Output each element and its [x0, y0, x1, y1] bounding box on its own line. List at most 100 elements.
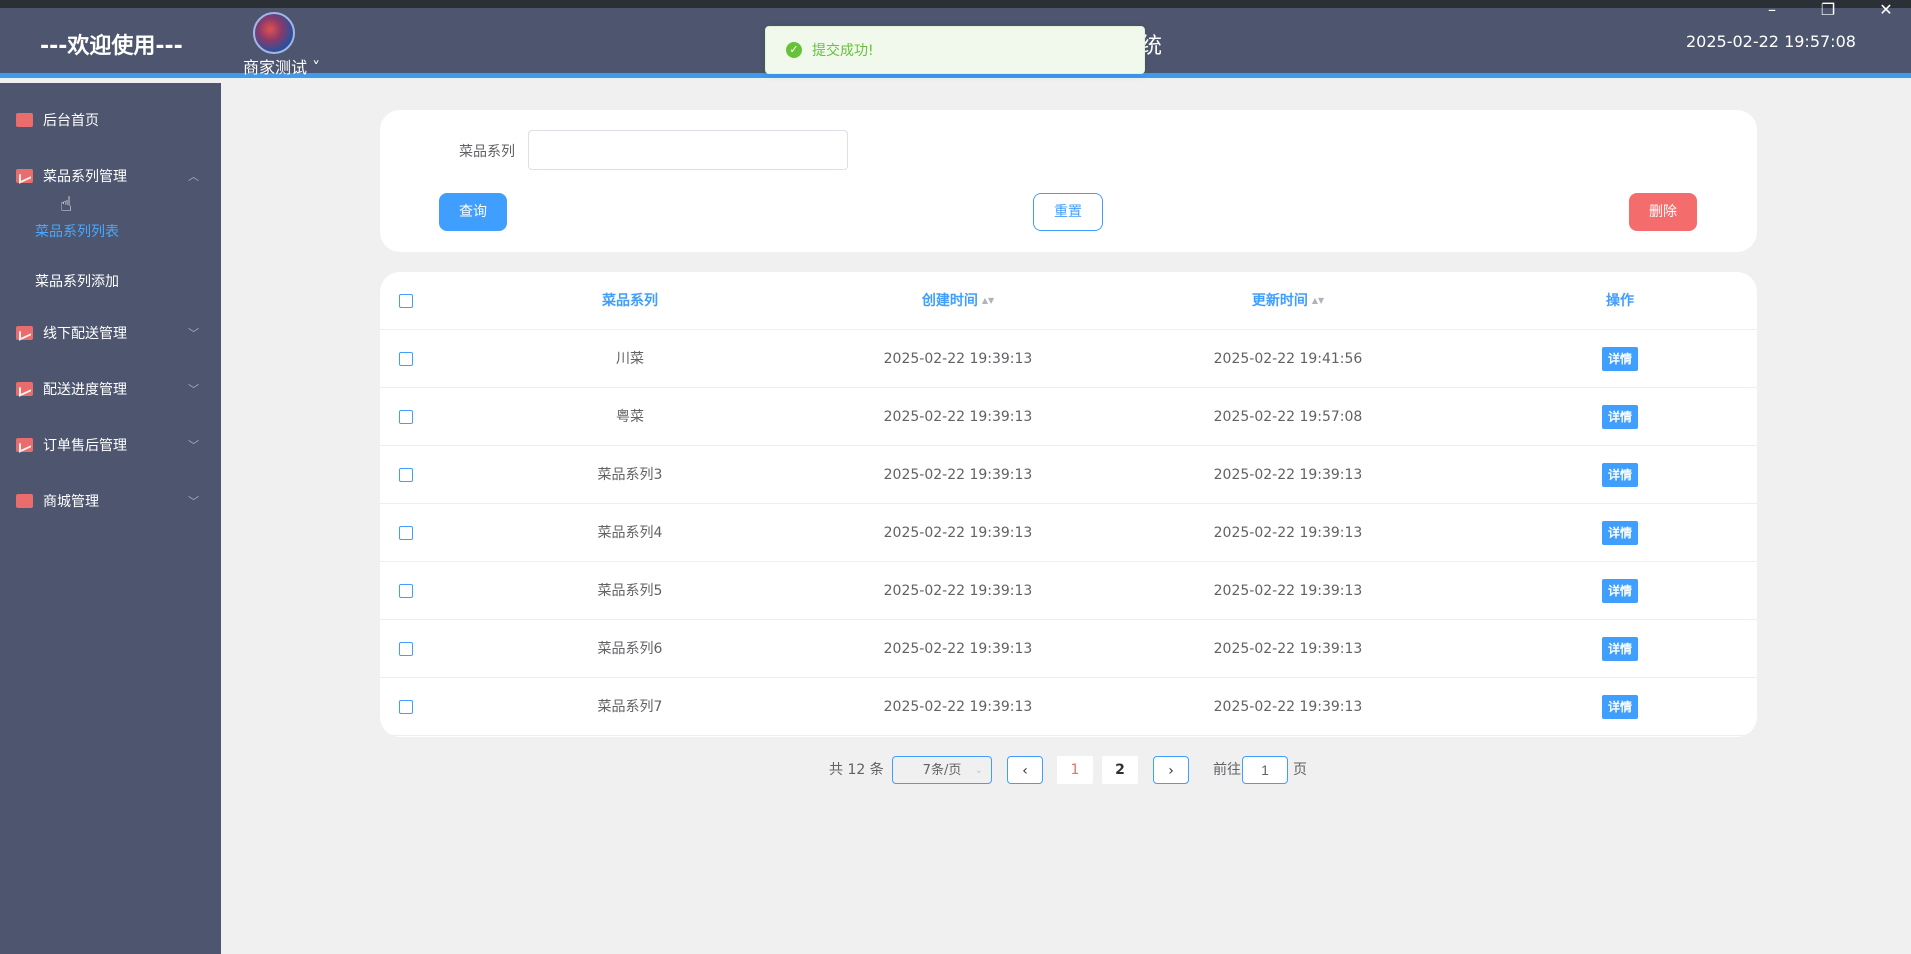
sidebar-item-dish-series[interactable]: 菜品系列管理 ︿: [0, 156, 221, 196]
column-header-action: 操作: [1606, 293, 1634, 309]
sort-icon[interactable]: ▲▼: [1312, 297, 1324, 305]
detail-button[interactable]: 详情: [1601, 521, 1638, 545]
cell-action: 详情: [1470, 446, 1757, 504]
user-name: 商家测试: [243, 58, 308, 77]
sidebar-item-label: 商城管理: [43, 494, 99, 510]
monitor-icon: [16, 113, 33, 127]
row-checkbox[interactable]: [399, 468, 413, 482]
table-row: 菜品系列3 2025-02-22 19:39:13 2025-02-22 19:39…: [380, 446, 1757, 504]
cell-created: 2025-02-22 19:39:13: [883, 525, 1033, 541]
page-number-2[interactable]: 2: [1102, 756, 1138, 784]
chevron-down-icon: ˅: [312, 58, 321, 77]
table-row: 川菜 2025-02-22 19:39:13 2025-02-22 19:41:56…: [380, 330, 1757, 388]
query-button[interactable]: 查询: [439, 193, 507, 231]
submenu-item-series-add[interactable]: 菜品系列添加: [35, 271, 119, 291]
window-titlebar: [0, 0, 1911, 8]
table-row: 菜品系列7 2025-02-22 19:39:13 2025-02-22 19:39…: [380, 678, 1757, 736]
cell-action: 详情: [1470, 678, 1757, 736]
series-search-input[interactable]: [528, 130, 848, 170]
row-checkbox[interactable]: [399, 584, 413, 598]
chevron-down-icon: ﹀: [188, 439, 199, 452]
table-row: 粤菜 2025-02-22 19:39:13 2025-02-22 19:57:08…: [380, 388, 1757, 446]
row-checkbox[interactable]: [399, 352, 413, 366]
chevron-down-icon: ﹀: [188, 495, 199, 508]
table-row: 菜品系列6 2025-02-22 19:39:13 2025-02-22 19:39…: [380, 620, 1757, 678]
cell-series: 菜品系列6: [597, 641, 663, 657]
row-checkbox[interactable]: [399, 410, 413, 424]
cell-created: 2025-02-22 19:39:13: [883, 351, 1033, 367]
column-header-created[interactable]: 创建时间 ▲▼: [808, 272, 1108, 330]
cell-created: 2025-02-22 19:39:13: [883, 699, 1033, 715]
detail-button[interactable]: 详情: [1601, 579, 1638, 603]
sidebar-item-delivery-progress[interactable]: 配送进度管理 ﹀: [0, 369, 221, 409]
cell-updated: 2025-02-22 19:39:13: [1213, 641, 1363, 657]
sidebar-item-label: 订单售后管理: [43, 438, 127, 454]
hand-cursor-icon: ☝: [60, 192, 73, 216]
column-header-label: 更新时间: [1251, 293, 1308, 309]
submenu-item-series-list[interactable]: 菜品系列列表: [35, 221, 119, 241]
pagination-total: 共 12 条: [829, 762, 884, 778]
chart-icon: [16, 438, 33, 452]
page-size-select[interactable]: 7条/页 ⌄: [892, 756, 992, 784]
success-toast: ✓ 提交成功!: [765, 26, 1145, 74]
detail-button[interactable]: 详情: [1601, 463, 1638, 487]
table-header: 菜品系列 创建时间 ▲▼ 更新时间 ▲▼ 操作: [380, 272, 1757, 330]
cell-action: 详情: [1470, 388, 1757, 446]
detail-button[interactable]: 详情: [1601, 695, 1638, 719]
chevron-up-icon: ︿: [188, 170, 199, 183]
page-number-1[interactable]: 1: [1057, 756, 1093, 784]
cell-series: 菜品系列3: [597, 467, 663, 483]
chevron-down-icon: ﹀: [188, 327, 199, 340]
close-icon[interactable]: ✕: [1866, 0, 1906, 20]
cell-updated: 2025-02-22 19:41:56: [1213, 351, 1363, 367]
row-checkbox[interactable]: [399, 700, 413, 714]
cell-created: 2025-02-22 19:39:13: [883, 583, 1033, 599]
minimize-icon[interactable]: –: [1752, 0, 1792, 20]
welcome-text: ---欢迎使用---: [40, 34, 183, 59]
sidebar-item-offline-delivery[interactable]: 线下配送管理 ﹀: [0, 313, 221, 353]
restore-icon[interactable]: ❐: [1808, 0, 1848, 20]
monitor-icon: [16, 494, 33, 508]
search-panel: 菜品系列 查询 重置 删除: [380, 110, 1757, 252]
data-table: 菜品系列 创建时间 ▲▼ 更新时间 ▲▼ 操作 川菜 2025-02-22 19:39…: [380, 272, 1757, 737]
cell-action: 详情: [1470, 504, 1757, 562]
user-avatar[interactable]: [253, 12, 295, 54]
toast-message: 提交成功!: [812, 43, 874, 59]
sidebar-item-label: 配送进度管理: [43, 382, 127, 398]
sidebar-item-after-sales[interactable]: 订单售后管理 ﹀: [0, 425, 221, 465]
table-row: 菜品系列5 2025-02-22 19:39:13 2025-02-22 19:39…: [380, 562, 1757, 620]
prev-page-button[interactable]: ‹: [1007, 756, 1043, 784]
row-checkbox[interactable]: [399, 642, 413, 656]
cell-series: 菜品系列4: [597, 525, 663, 541]
cell-updated: 2025-02-22 19:39:13: [1213, 699, 1363, 715]
chart-icon: [16, 326, 33, 340]
sort-icon[interactable]: ▲▼: [982, 297, 994, 305]
detail-button[interactable]: 详情: [1601, 637, 1638, 661]
sidebar-item-mall[interactable]: 商城管理 ﹀: [0, 481, 221, 521]
cell-action: 详情: [1470, 330, 1757, 388]
delete-button[interactable]: 删除: [1629, 193, 1697, 231]
detail-button[interactable]: 详情: [1601, 347, 1638, 371]
cell-created: 2025-02-22 19:39:13: [883, 641, 1033, 657]
row-checkbox[interactable]: [399, 526, 413, 540]
cell-created: 2025-02-22 19:39:13: [883, 409, 1033, 425]
cell-updated: 2025-02-22 19:39:13: [1213, 467, 1363, 483]
cell-series: 菜品系列7: [597, 699, 663, 715]
page-jump-input[interactable]: [1242, 756, 1288, 784]
clock: 2025-02-22 19:57:08: [1686, 32, 1856, 51]
sidebar-item-label: 后台首页: [43, 113, 99, 129]
detail-button[interactable]: 详情: [1601, 405, 1638, 429]
sidebar: 后台首页 菜品系列管理 ︿ 菜品系列列表 菜品系列添加 线下配送管理 ﹀ 配送进…: [0, 83, 221, 954]
column-header-updated[interactable]: 更新时间 ▲▼: [1138, 272, 1438, 330]
user-menu[interactable]: 商家测试 ˅: [243, 54, 320, 78]
reset-button[interactable]: 重置: [1033, 193, 1103, 231]
cell-action: 详情: [1470, 620, 1757, 678]
select-all-checkbox[interactable]: [399, 294, 413, 308]
cell-action: 详情: [1470, 562, 1757, 620]
next-page-button[interactable]: ›: [1153, 756, 1189, 784]
cell-series: 粤菜: [616, 409, 644, 425]
cell-updated: 2025-02-22 19:57:08: [1213, 409, 1363, 425]
sidebar-item-label: 菜品系列管理: [43, 169, 127, 185]
sidebar-item-home[interactable]: 后台首页: [0, 100, 221, 140]
check-circle-icon: ✓: [786, 42, 802, 58]
